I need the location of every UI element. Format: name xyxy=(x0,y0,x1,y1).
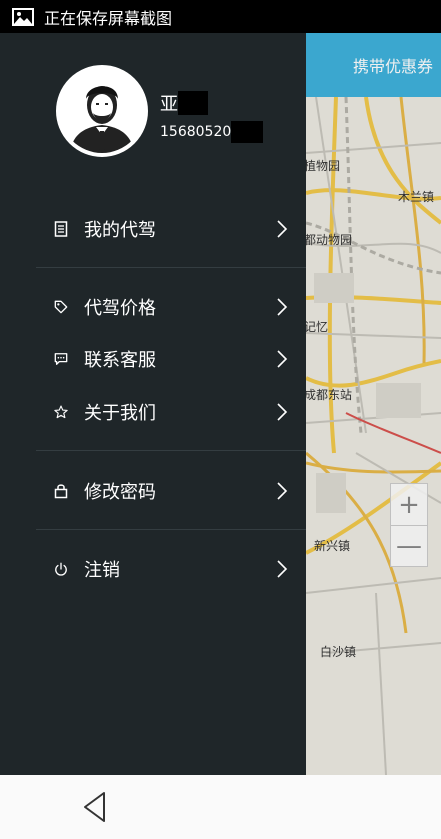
user-name: 亚 xyxy=(160,90,208,116)
avatar[interactable] xyxy=(56,65,148,157)
menu-label: 我的代驾 xyxy=(84,220,156,241)
navigation-bar xyxy=(0,775,441,839)
redaction-box xyxy=(178,91,208,115)
chevron-right-icon xyxy=(277,298,288,316)
chevron-right-icon xyxy=(277,220,288,238)
drawer-scrim[interactable] xyxy=(306,33,441,775)
menu-label: 关于我们 xyxy=(84,403,156,424)
menu-label: 联系客服 xyxy=(84,350,156,371)
redaction-box xyxy=(231,121,264,143)
user-phone: 15680520 xyxy=(160,121,264,143)
menu-item-customer-service[interactable]: 联系客服 xyxy=(0,339,306,379)
chevron-right-icon xyxy=(277,482,288,500)
user-phone-text: 15680520 xyxy=(160,124,232,140)
menu-item-about-us[interactable]: 关于我们 xyxy=(0,392,306,432)
power-icon xyxy=(55,562,67,576)
map-view[interactable]: 携带优惠券 植物园 木兰镇 都动物园 记忆 成都东站 新兴镇 白沙镇 + — xyxy=(306,33,441,775)
status-bar: 正在保存屏幕截图 xyxy=(0,0,441,33)
chevron-right-icon xyxy=(277,560,288,578)
menu-label: 修改密码 xyxy=(84,482,156,503)
star-icon xyxy=(54,405,68,419)
divider xyxy=(36,450,306,451)
menu-label: 注销 xyxy=(84,560,120,581)
image-icon xyxy=(12,7,34,26)
divider xyxy=(36,267,306,268)
user-name-text: 亚 xyxy=(160,94,178,115)
back-icon[interactable] xyxy=(82,791,108,823)
chevron-right-icon xyxy=(277,350,288,368)
chat-icon xyxy=(54,353,68,365)
chevron-right-icon xyxy=(277,403,288,421)
menu-item-logout[interactable]: 注销 xyxy=(0,549,306,589)
navigation-drawer: 亚 15680520 我的代驾 代驾价格 联系客服 关于我们 修改密码 注销 xyxy=(0,33,306,775)
tag-icon xyxy=(54,300,68,314)
user-avatar-icon xyxy=(70,86,134,153)
menu-item-change-password[interactable]: 修改密码 xyxy=(0,471,306,511)
menu-label: 代驾价格 xyxy=(84,298,156,319)
status-text: 正在保存屏幕截图 xyxy=(44,8,173,28)
document-icon xyxy=(54,221,68,237)
menu-item-my-rides[interactable]: 我的代驾 xyxy=(0,209,306,249)
divider xyxy=(36,529,306,530)
menu-item-pricing[interactable]: 代驾价格 xyxy=(0,287,306,327)
lock-icon xyxy=(54,484,68,499)
